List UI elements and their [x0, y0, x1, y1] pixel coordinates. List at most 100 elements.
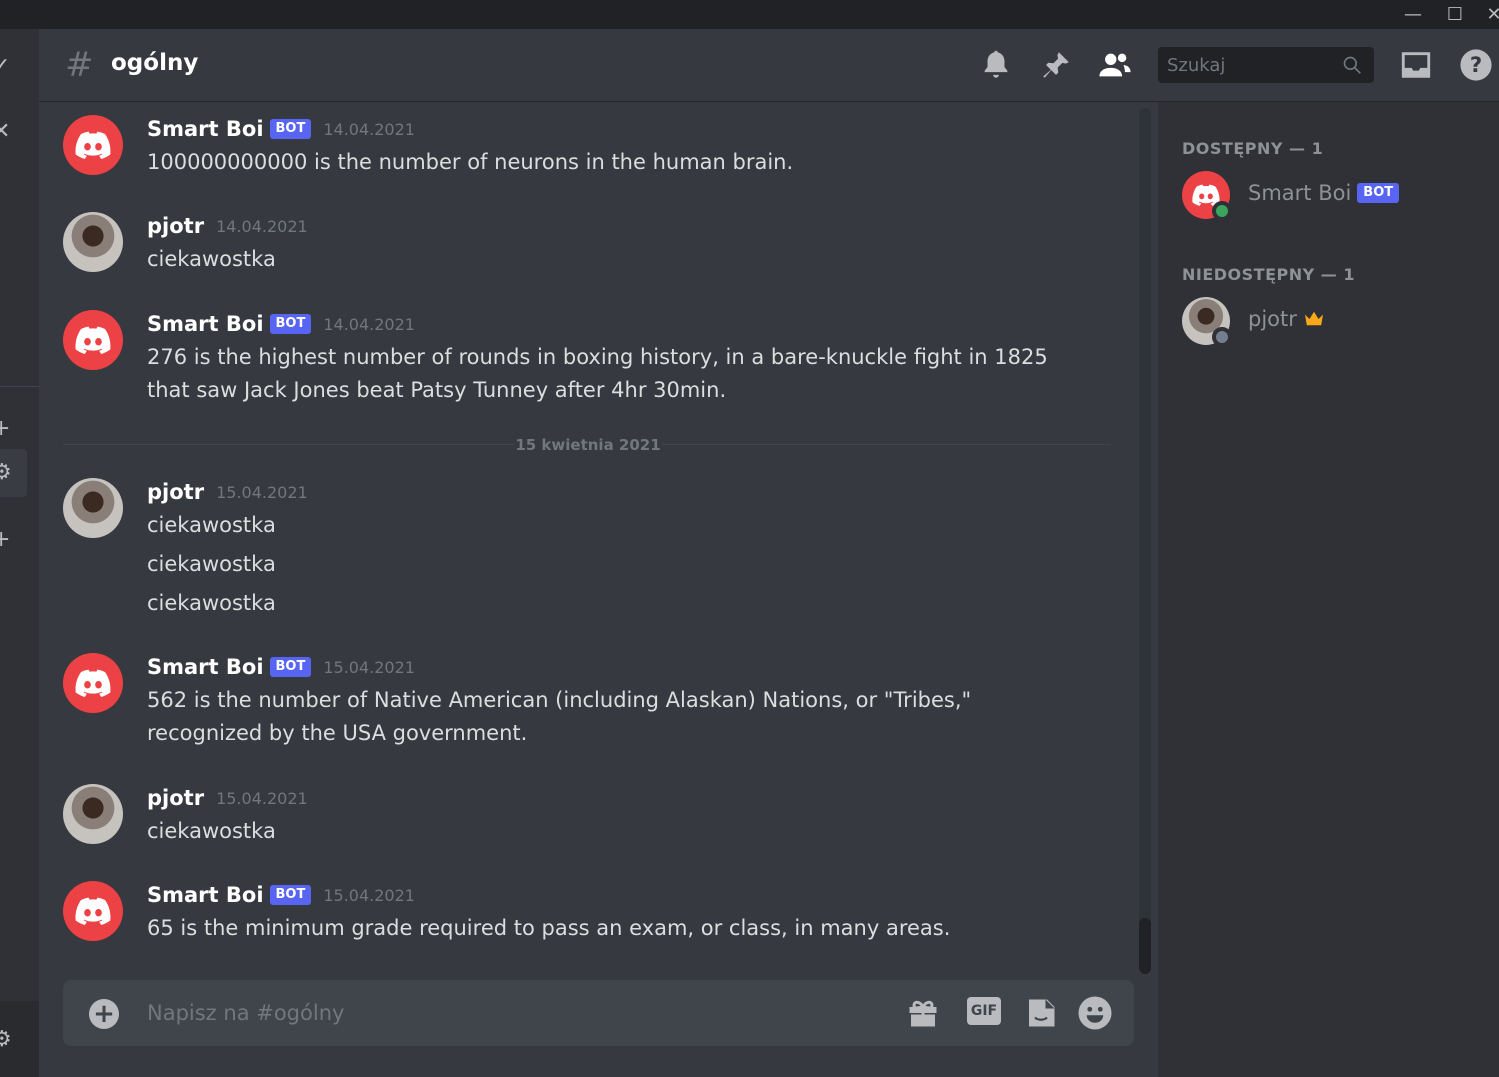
bot-badge: BOT [1357, 183, 1400, 203]
author-name[interactable]: pjotr [147, 214, 204, 238]
message: pjotr 14.04.2021 ciekawostka [39, 212, 1129, 282]
pin-icon[interactable] [1039, 48, 1073, 82]
author-name[interactable]: Smart Boi [147, 312, 264, 336]
timestamp: 15.04.2021 [216, 788, 308, 808]
message-text: ciekawostka [147, 552, 276, 576]
message-text: ciekawostka [147, 819, 276, 843]
bot-avatar[interactable] [63, 310, 123, 370]
search-icon[interactable] [1342, 55, 1362, 75]
author-name[interactable]: Smart Boi [147, 883, 264, 907]
channel-header: # ogólny ? [39, 29, 1499, 102]
emoji-icon[interactable] [1077, 995, 1113, 1031]
member-name-row: Smart Boi BOT [1248, 181, 1400, 205]
bot-badge: BOT [269, 657, 312, 677]
channel-name: ogólny [111, 50, 199, 76]
bot-avatar[interactable] [63, 115, 123, 175]
help-icon[interactable]: ? [1459, 48, 1493, 82]
svg-text:?: ? [1470, 53, 1482, 78]
sticker-icon[interactable] [1023, 995, 1059, 1031]
message: pjotr 15.04.2021 ciekawostka ciekawostka… [39, 478, 1129, 618]
message-header: Smart Boi BOT 14.04.2021 [147, 115, 415, 143]
message: Smart Boi BOT 15.04.2021 562 is the numb… [39, 653, 1129, 753]
close-icon[interactable]: ✕ [0, 120, 16, 144]
bell-icon[interactable] [979, 48, 1013, 82]
message-text: 100000000000 is the number of neurons in… [147, 150, 794, 174]
timestamp: 14.04.2021 [323, 314, 415, 334]
add-icon[interactable]: + [0, 417, 16, 441]
message-header: Smart Boi BOT 15.04.2021 [147, 653, 415, 681]
search-box [1158, 47, 1374, 83]
message: Smart Boi BOT 15.04.2021 65 is the minim… [39, 881, 1129, 951]
minimize-button[interactable]: — [1393, 0, 1433, 29]
timestamp: 14.04.2021 [216, 216, 308, 236]
member-item-smart-boi[interactable]: Smart Boi BOT [1182, 171, 1482, 221]
gif-button[interactable]: GIF [967, 997, 1001, 1025]
message-header: pjotr 14.04.2021 [147, 212, 308, 240]
message-header: Smart Boi BOT 14.04.2021 [147, 310, 415, 338]
check-icon[interactable]: ✓ [0, 55, 16, 79]
user-panel: ⚙ [0, 1001, 39, 1077]
discord-logo-icon [75, 131, 111, 159]
timestamp: 14.04.2021 [323, 119, 415, 139]
close-button[interactable]: ✕ [1474, 0, 1499, 29]
maximize-button[interactable]: ☐ [1435, 0, 1475, 29]
user-avatar[interactable] [63, 784, 123, 844]
timestamp: 15.04.2021 [323, 885, 415, 905]
gift-icon[interactable] [905, 995, 941, 1031]
discord-logo-icon [75, 897, 111, 925]
offline-status-dot [1212, 327, 1232, 347]
scrollbar-track[interactable] [1139, 108, 1151, 974]
date-divider-label: 15 kwietnia 2021 [514, 435, 662, 455]
message-input[interactable] [147, 980, 867, 1046]
message-text: ciekawostka [147, 247, 276, 271]
user-avatar[interactable] [63, 212, 123, 272]
message-text: 562 is the number of Native American (in… [147, 688, 972, 745]
channel-sidebar-edge: ✓ ✕ + ⚙ + ⚙ [0, 29, 39, 1077]
message-composer: + GIF [63, 980, 1134, 1046]
bot-avatar[interactable] [63, 881, 123, 941]
inbox-icon[interactable] [1399, 48, 1433, 82]
member-item-pjotr[interactable]: pjotr [1182, 297, 1482, 347]
search-input[interactable] [1158, 47, 1338, 83]
online-group-title: DOSTĘPNY — 1 [1182, 139, 1324, 158]
discord-logo-icon [75, 326, 111, 354]
message: pjotr 15.04.2021 ciekawostka [39, 784, 1129, 854]
message: Smart Boi BOT 14.04.2021 100000000000 is… [39, 115, 1129, 185]
timestamp: 15.04.2021 [216, 482, 308, 502]
member-list: DOSTĘPNY — 1 Smart Boi BOT NIEDOSTĘPNY —… [1158, 102, 1499, 1077]
message-text: ciekawostka [147, 591, 276, 615]
bot-avatar[interactable] [63, 653, 123, 713]
timestamp: 15.04.2021 [323, 657, 415, 677]
gear-icon[interactable]: ⚙ [0, 461, 16, 485]
member-name: Smart Boi [1248, 181, 1352, 205]
message-header: pjotr 15.04.2021 [147, 784, 308, 812]
message-list[interactable]: Smart Boi BOT 14.04.2021 100000000000 is… [39, 102, 1158, 1077]
offline-group-title: NIEDOSTĘPNY — 1 [1182, 265, 1355, 284]
message: Smart Boi BOT 14.04.2021 276 is the high… [39, 310, 1129, 410]
author-name[interactable]: Smart Boi [147, 655, 264, 679]
author-name[interactable]: Smart Boi [147, 117, 264, 141]
message-text: ciekawostka [147, 513, 276, 537]
user-avatar[interactable] [63, 478, 123, 538]
message-text: 65 is the minimum grade required to pass… [147, 916, 951, 940]
message-header: pjotr 15.04.2021 [147, 478, 308, 506]
bot-badge: BOT [269, 119, 312, 139]
message-text: 276 is the highest number of rounds in b… [147, 345, 1048, 402]
crown-icon [1304, 311, 1323, 326]
bot-badge: BOT [269, 314, 312, 334]
discord-logo-icon [75, 669, 111, 697]
online-status-dot [1212, 201, 1232, 221]
member-name: pjotr [1248, 307, 1297, 331]
author-name[interactable]: pjotr [147, 480, 204, 504]
member-list-icon[interactable] [1098, 48, 1132, 82]
user-settings-gear-icon[interactable]: ⚙ [0, 1028, 16, 1052]
add-icon[interactable]: + [0, 528, 16, 552]
channel-hash-icon: # [65, 45, 94, 85]
scrollbar-thumb[interactable] [1139, 918, 1151, 974]
upload-plus-button[interactable]: + [89, 999, 119, 1029]
message-header: Smart Boi BOT 15.04.2021 [147, 881, 415, 909]
window-titlebar: — ☐ ✕ [0, 0, 1499, 29]
author-name[interactable]: pjotr [147, 786, 204, 810]
sidebar-divider [0, 386, 39, 387]
bot-badge: BOT [269, 885, 312, 905]
